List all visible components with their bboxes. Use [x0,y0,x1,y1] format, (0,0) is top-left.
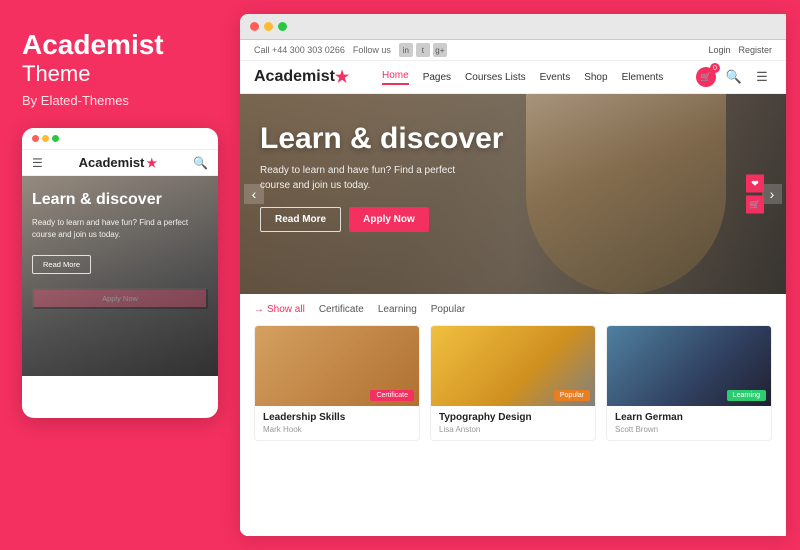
course-info-1: Leadership Skills Mark Hook [255,406,419,440]
search-icon-btn[interactable]: 🔍 [724,67,744,87]
course-info-2: Typography Design Lisa Anston [431,406,595,440]
mobile-hero: Learn & discover Ready to learn and have… [22,176,218,376]
cart-badge: 0 [710,63,720,73]
course-author-2: Lisa Anston [439,425,587,434]
mobile-dots [32,135,59,142]
course-badge-popular: Popular [554,390,590,401]
course-card-leadership[interactable]: Certificate Leadership Skills Mark Hook [254,325,420,441]
courses-section: → Show all Certificate Learning Popular … [240,294,786,536]
course-badge-learning: Learning [727,390,766,401]
course-thumb-1: Certificate [255,326,419,406]
menu-icon-btn[interactable]: ☰ [752,67,772,87]
course-author-1: Mark Hook [263,425,411,434]
nav-courses-lists[interactable]: Courses Lists [465,72,526,83]
hero-title: Learn & discover [260,122,766,155]
left-panel: Academist Theme By Elated-Themes ☰ Acade… [0,0,240,550]
filter-learning[interactable]: Learning [378,304,417,315]
course-info-3: Learn German Scott Brown [607,406,771,440]
mobile-hero-subtitle: Ready to learn and have fun? Find a perf… [32,217,208,239]
right-panel: Call +44 300 303 0266 Follow us in t g+ … [240,14,786,536]
browser-dot-yellow [264,22,273,31]
desktop-top-bar: Call +44 300 303 0266 Follow us in t g+ … [240,40,786,61]
social-icon-google[interactable]: g+ [433,43,447,57]
course-name-1: Leadership Skills [263,412,411,423]
top-bar-left: Call +44 300 303 0266 Follow us in t g+ [254,43,447,57]
courses-grid: Certificate Leadership Skills Mark Hook … [254,325,772,441]
browser-bar [240,14,786,40]
nav-home[interactable]: Home [382,70,409,85]
arrow-right-icon: → [254,304,264,315]
mobile-dot-red [32,135,39,142]
social-icon-twitter[interactable]: t [416,43,430,57]
course-thumb-3: Learning [607,326,771,406]
nav-shop[interactable]: Shop [584,72,607,83]
nav-icons: 🛒 0 🔍 ☰ [696,67,772,87]
course-card-typography[interactable]: Popular Typography Design Lisa Anston [430,325,596,441]
browser-dot-green [278,22,287,31]
courses-filters: → Show all Certificate Learning Popular [254,304,772,315]
course-thumb-2: Popular [431,326,595,406]
mobile-top-bar [22,128,218,150]
top-bar-social: in t g+ [399,43,447,57]
filter-certificate[interactable]: Certificate [319,304,364,315]
mobile-search-icon[interactable]: 🔍 [193,156,208,170]
apply-now-button[interactable]: Apply Now [349,207,429,232]
mobile-dot-green [52,135,59,142]
mobile-brand: Academist★ [79,155,158,170]
mobile-menu-icon[interactable]: ☰ [32,156,43,170]
nav-links: Home Pages Courses Lists Events Shop Ele… [382,70,663,85]
desktop-nav-brand: Academist★ [254,67,349,87]
brand-by: By Elated-Themes [22,93,218,108]
read-more-button[interactable]: Read More [260,207,341,232]
mobile-read-more-button[interactable]: Read More [32,255,91,274]
course-card-german[interactable]: Learning Learn German Scott Brown [606,325,772,441]
brand-star: ★ [146,156,157,170]
nav-brand-star: ★ [335,67,349,87]
browser-dot-red [250,22,259,31]
desktop-sidebar-icons: ❤ 🛒 [746,175,764,214]
course-badge-cert: Certificate [370,390,414,401]
mobile-dot-yellow [42,135,49,142]
filter-show-all[interactable]: → Show all [254,304,305,315]
sidebar-icon-1[interactable]: ❤ [746,175,764,193]
hero-content: Learn & discover Ready to learn and have… [240,94,786,246]
phone-text: Call +44 300 303 0266 [254,45,345,55]
nav-events[interactable]: Events [540,72,571,83]
login-link[interactable]: Login [708,45,730,55]
course-author-3: Scott Brown [615,425,763,434]
social-icon-linkedin[interactable]: in [399,43,413,57]
mobile-hero-title: Learn & discover [32,190,208,209]
nav-pages[interactable]: Pages [423,72,451,83]
sidebar-icon-2[interactable]: 🛒 [746,196,764,214]
mobile-hero-content: Learn & discover Ready to learn and have… [22,176,218,282]
course-name-3: Learn German [615,412,763,423]
cart-icon-btn[interactable]: 🛒 0 [696,67,716,87]
hero-buttons: Read More Apply Now [260,207,766,232]
course-name-2: Typography Design [439,412,587,423]
follow-text: Follow us [353,45,391,55]
desktop-nav: Academist★ Home Pages Courses Lists Even… [240,61,786,94]
brand-subtitle: Theme [22,61,218,87]
nav-elements[interactable]: Elements [622,72,664,83]
mobile-mockup: ☰ Academist★ 🔍 Learn & discover Ready to… [22,128,218,418]
hero-subtitle: Ready to learn and have fun? Find a perf… [260,163,460,193]
desktop-hero: ‹ Learn & discover Ready to learn and ha… [240,94,786,294]
hero-arrow-right[interactable]: › [762,184,782,204]
register-link[interactable]: Register [738,45,772,55]
brand-title: Academist [22,30,218,61]
hero-arrow-left[interactable]: ‹ [244,184,264,204]
mobile-nav-bar: ☰ Academist★ 🔍 [22,150,218,176]
filter-popular[interactable]: Popular [431,304,465,315]
top-bar-right: Login Register [708,45,772,55]
